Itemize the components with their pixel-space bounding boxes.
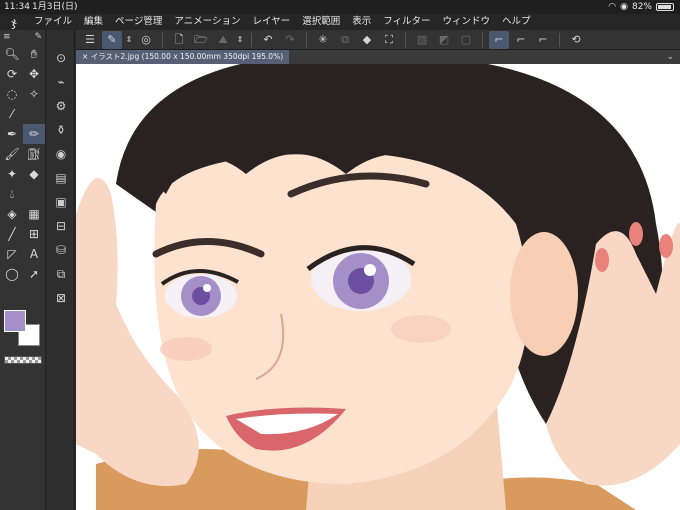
blend-icon[interactable]: 💧︎ bbox=[1, 184, 23, 204]
rotate-icon[interactable]: ⟳ bbox=[1, 64, 23, 84]
illustration bbox=[76, 64, 680, 510]
hand-icon[interactable]: ✋︎ bbox=[23, 44, 45, 64]
eyedropper-icon[interactable]: ⁄ bbox=[1, 104, 23, 124]
menu-file[interactable]: ファイル bbox=[28, 14, 78, 30]
pen-icon[interactable]: ✒ bbox=[1, 124, 23, 144]
document-tab-bar: × イラスト2.jpg (150.00 x 150.00mm 350dpi 19… bbox=[76, 50, 680, 64]
balloon-icon[interactable]: ◯ bbox=[1, 264, 23, 284]
edit-mode-icon[interactable]: ✎ bbox=[102, 30, 122, 49]
open-file-icon[interactable]: 🗁︎ bbox=[191, 31, 211, 49]
tool-panel-header: ≡ ✎ bbox=[0, 30, 45, 44]
move-icon[interactable]: ✥ bbox=[23, 64, 45, 84]
document-title: イラスト2.jpg (150.00 x 150.00mm 350dpi 195.… bbox=[90, 52, 284, 61]
wifi-icon: ◠ bbox=[608, 2, 617, 12]
separator bbox=[306, 32, 307, 47]
clear-icon[interactable]: ▢ bbox=[456, 31, 476, 49]
new-file-icon[interactable]: 🗋︎ bbox=[169, 31, 189, 49]
loading-icon: ✳ bbox=[318, 32, 328, 46]
location-icon: ◉ bbox=[620, 2, 628, 12]
deselect-icon[interactable]: ▨ bbox=[412, 31, 432, 49]
stabilizer-3-icon[interactable]: ⌐ bbox=[533, 31, 553, 49]
airbrush-icon[interactable]: ⛽︎ bbox=[23, 144, 45, 164]
brush-icon[interactable]: 🖌︎ bbox=[1, 144, 23, 164]
text-icon[interactable]: A bbox=[23, 244, 45, 264]
sub-tool-column: ⊙ ⌁ ⚙ ⚱ ◉ ▤ ▣ ⊟ ⛁ ⧉ ⊠ bbox=[47, 30, 75, 510]
main-color-swatch[interactable] bbox=[4, 310, 26, 332]
stabilizer-1-icon[interactable]: ⌐ bbox=[489, 30, 509, 49]
menu-bar: ჯ ファイル 編集 ページ管理 アニメーション レイヤー 選択範囲 表示 フィル… bbox=[0, 14, 680, 30]
status-bar: 11:34 1月3日(日) ◠ ◉ 82% bbox=[0, 0, 680, 14]
save-icon[interactable]: ⛰ bbox=[213, 31, 233, 49]
magic-wand-icon[interactable]: ✧ bbox=[23, 84, 45, 104]
menu-filter[interactable]: フィルター bbox=[377, 14, 436, 30]
mode-stepper-icon[interactable]: ⇕ bbox=[124, 31, 134, 49]
tool-grid: 🔍︎ ✋︎ ⟳ ✥ ◌ ✧ ⁄ ✒ ✏ 🖌︎ ⛽︎ ✦ ◆ 💧︎ ◈ ▦ ╱ ⊞… bbox=[0, 44, 45, 284]
tool-property-icon[interactable]: ⌁ bbox=[47, 70, 75, 94]
layer-icon[interactable]: ⧉ bbox=[47, 262, 75, 286]
gradient-icon[interactable]: ▦ bbox=[23, 204, 45, 224]
drawing-canvas[interactable] bbox=[76, 64, 680, 510]
transform-icon[interactable]: ⛶ bbox=[379, 31, 399, 49]
panel-menu-icon[interactable]: ≡ bbox=[3, 32, 11, 42]
menu-help[interactable]: ヘルプ bbox=[496, 14, 537, 30]
pencil-icon[interactable]: ✏ bbox=[23, 124, 45, 144]
pen-tab-icon[interactable]: ✎ bbox=[34, 32, 42, 42]
blank-slot bbox=[23, 104, 45, 124]
zoom-icon[interactable]: 🔍︎ bbox=[1, 44, 23, 64]
decoration-icon[interactable]: ✦ bbox=[1, 164, 23, 184]
fill-icon[interactable]: ◈ bbox=[1, 204, 23, 224]
separator bbox=[482, 32, 483, 47]
chevron-down-icon[interactable]: ⌄ bbox=[666, 50, 674, 64]
close-icon[interactable]: × bbox=[82, 52, 88, 61]
battery-percent: 82% bbox=[631, 2, 652, 12]
layer-property-icon[interactable]: ⊠ bbox=[47, 286, 75, 310]
intermediate-color-icon[interactable]: ⊟ bbox=[47, 214, 75, 238]
app-logo-icon[interactable]: ჯ bbox=[0, 14, 28, 30]
separator bbox=[559, 32, 560, 47]
invert-selection-icon[interactable]: ◩ bbox=[434, 31, 454, 49]
menu-layer[interactable]: レイヤー bbox=[246, 14, 296, 30]
command-bar: ☰ ✎ ⇕ ◎ 🗋︎ 🗁︎ ⛰ ⇕ ↶ ↷ ✳ ⧉ ◆ ⛶ ▨ ◩ ▢ ⌐ ⌐ … bbox=[76, 30, 680, 50]
undo-icon[interactable]: ↶ bbox=[258, 31, 278, 49]
status-indicators: ◠ ◉ 82% bbox=[608, 0, 674, 14]
fill-selection-icon[interactable]: ◆ bbox=[357, 31, 377, 49]
battery-icon bbox=[656, 3, 674, 11]
hamburger-menu-icon[interactable]: ☰ bbox=[80, 31, 100, 49]
separator bbox=[405, 32, 406, 47]
clock: 11:34 bbox=[4, 2, 30, 12]
menu-page[interactable]: ページ管理 bbox=[109, 14, 168, 30]
lasso-icon[interactable]: ◌ bbox=[1, 84, 23, 104]
tool-panel: ≡ ✎ 🔍︎ ✋︎ ⟳ ✥ ◌ ✧ ⁄ ✒ ✏ 🖌︎ ⛽︎ ✦ ◆ 💧︎ ◈ ▦… bbox=[0, 30, 46, 510]
color-swatches bbox=[4, 310, 44, 350]
blank-slot bbox=[23, 184, 45, 204]
transparent-color-swatch[interactable] bbox=[4, 356, 42, 364]
frame-icon[interactable]: ⊞ bbox=[23, 224, 45, 244]
separator bbox=[251, 32, 252, 47]
line-icon[interactable]: ╱ bbox=[1, 224, 23, 244]
ruler-icon[interactable]: ◸ bbox=[1, 244, 23, 264]
companion-icon[interactable]: ⟲ bbox=[566, 31, 586, 49]
menu-animation[interactable]: アニメーション bbox=[168, 14, 246, 30]
material-icon[interactable]: ⛁ bbox=[47, 238, 75, 262]
menu-edit[interactable]: 編集 bbox=[78, 14, 109, 30]
menu-view[interactable]: 表示 bbox=[346, 14, 377, 30]
navigator-icon[interactable]: ⊙ bbox=[47, 46, 75, 70]
eraser-icon[interactable]: ◆ bbox=[23, 164, 45, 184]
redo-icon[interactable]: ↷ bbox=[280, 31, 300, 49]
color-set-icon[interactable]: ▤ bbox=[47, 166, 75, 190]
document-tab[interactable]: × イラスト2.jpg (150.00 x 150.00mm 350dpi 19… bbox=[76, 50, 290, 64]
sub-tool-icon[interactable]: ⚙ bbox=[47, 94, 75, 118]
file-stepper-icon[interactable]: ⇕ bbox=[235, 31, 245, 49]
menu-window[interactable]: ウィンドウ bbox=[437, 14, 497, 30]
date: 1月3日(日) bbox=[32, 2, 78, 12]
copy-icon[interactable]: ⧉ bbox=[335, 31, 355, 49]
stabilizer-2-icon[interactable]: ⌐ bbox=[511, 31, 531, 49]
menu-selection[interactable]: 選択範囲 bbox=[296, 14, 346, 30]
snap-icon[interactable]: ◎ bbox=[136, 31, 156, 49]
color-wheel-icon[interactable]: ◉ bbox=[47, 142, 75, 166]
brush-size-icon[interactable]: ⚱ bbox=[47, 118, 75, 142]
color-history-icon[interactable]: ▣ bbox=[47, 190, 75, 214]
separator bbox=[162, 32, 163, 47]
object-icon[interactable]: ➚ bbox=[23, 264, 45, 284]
